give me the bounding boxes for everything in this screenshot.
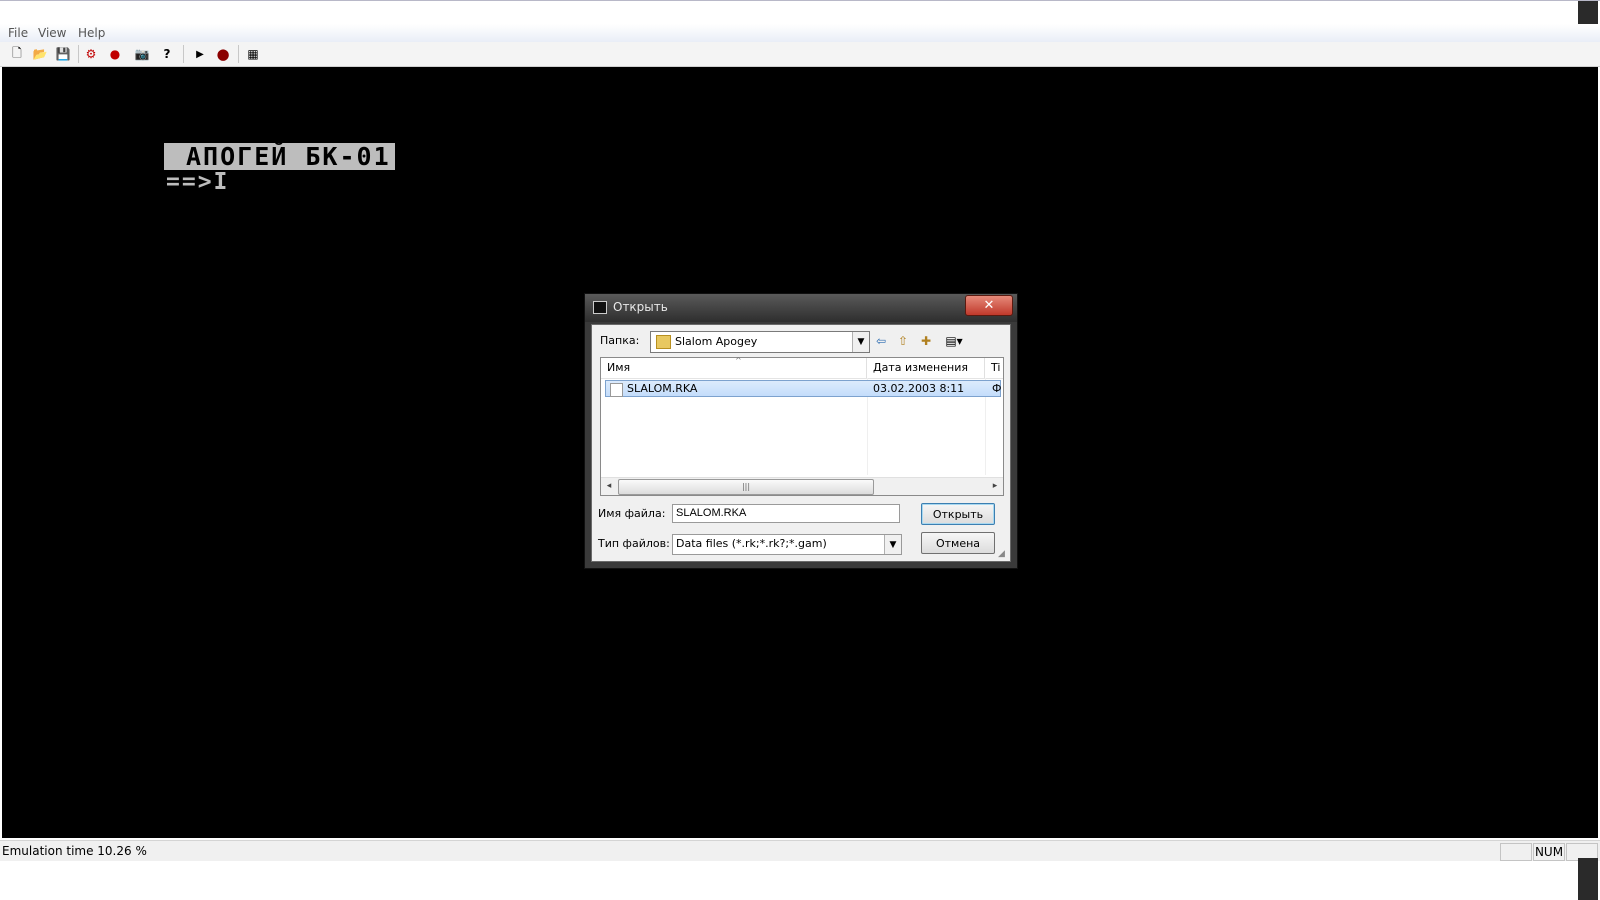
new-file-icon[interactable]: 🗋 bbox=[8, 45, 26, 63]
sort-caret-icon: ^ bbox=[735, 356, 742, 365]
toolbar-separator bbox=[183, 45, 184, 63]
toolbar-separator bbox=[78, 45, 79, 63]
filetype-value: Data files (*.rk;*.rk?;*.gam) bbox=[676, 537, 827, 550]
save-icon[interactable]: 💾 bbox=[54, 45, 72, 63]
menu-view[interactable]: View bbox=[38, 26, 66, 40]
toolbar: 🗋 📂 💾 ⚙ ● 📷 ? ▶ ● ▦ bbox=[0, 42, 1600, 67]
menu-bar: File View Help bbox=[0, 24, 1600, 43]
open-folder-icon[interactable]: 📂 bbox=[31, 45, 49, 63]
horizontal-scrollbar[interactable]: ◂ ||| ▸ bbox=[601, 477, 1003, 495]
scroll-right-icon[interactable]: ▸ bbox=[987, 478, 1003, 495]
cancel-button[interactable]: Отмена bbox=[921, 532, 995, 554]
up-folder-icon[interactable]: ⇧ bbox=[894, 332, 912, 350]
folder-icon bbox=[656, 335, 671, 349]
view-menu-icon[interactable]: ▤▾ bbox=[940, 332, 968, 350]
stop-icon[interactable]: ● bbox=[214, 45, 232, 63]
scroll-thumb[interactable]: ||| bbox=[618, 479, 874, 495]
filetype-label: Тип файлов: bbox=[598, 537, 670, 550]
file-name: SLALOM.RKA bbox=[627, 382, 698, 395]
filetype-select[interactable]: Data files (*.rk;*.rk?;*.gam) ▼ bbox=[672, 534, 902, 555]
open-file-dialog: Открыть ✕ Папка: Slalom Apogey ▼ ⇦ ⇧ ✚ ▤… bbox=[584, 293, 1018, 569]
record-icon[interactable]: ● bbox=[106, 45, 124, 63]
menu-help[interactable]: Help bbox=[78, 26, 105, 40]
column-name[interactable]: Имя bbox=[601, 358, 867, 378]
folder-value: Slalom Apogey bbox=[675, 335, 758, 348]
screen-banner: АПОГЕЙ БК-01 bbox=[164, 143, 395, 170]
chevron-down-icon[interactable]: ▼ bbox=[884, 535, 901, 554]
file-list[interactable]: Имя ^ Дата изменения Ti SLALOM.RKA 03.02… bbox=[600, 356, 1004, 496]
dialog-body: Папка: Slalom Apogey ▼ ⇦ ⇧ ✚ ▤▾ Имя ^ Да… bbox=[591, 324, 1011, 562]
help-icon[interactable]: ? bbox=[158, 45, 176, 63]
screenshot-icon[interactable]: 📷 bbox=[133, 45, 151, 63]
file-date: 03.02.2003 8:11 bbox=[873, 382, 965, 395]
emulation-time: Emulation time 10.26 % bbox=[2, 844, 147, 858]
window-control[interactable] bbox=[1578, 858, 1598, 900]
scroll-left-icon[interactable]: ◂ bbox=[601, 478, 617, 495]
keyboard-icon[interactable]: ▦ bbox=[244, 45, 262, 63]
menu-file[interactable]: File bbox=[8, 26, 28, 40]
close-button[interactable]: ✕ bbox=[965, 295, 1013, 316]
column-date[interactable]: Дата изменения bbox=[867, 358, 985, 378]
column-type[interactable]: Ti bbox=[985, 358, 1003, 378]
dialog-title: Открыть bbox=[613, 300, 668, 314]
filename-label: Имя файла: bbox=[598, 507, 666, 520]
filename-input[interactable] bbox=[672, 504, 900, 523]
chevron-down-icon[interactable]: ▼ bbox=[852, 332, 869, 352]
status-panel-empty bbox=[1500, 843, 1532, 861]
folder-select[interactable]: Slalom Apogey ▼ bbox=[650, 331, 870, 353]
file-type: Ф bbox=[992, 382, 1002, 395]
dialog-caption: Открыть ✕ bbox=[585, 294, 1017, 322]
screen-prompt: ==>I bbox=[166, 169, 230, 195]
open-button[interactable]: Открыть bbox=[921, 503, 995, 525]
settings-icon[interactable]: ⚙ bbox=[82, 45, 100, 63]
file-list-header: Имя ^ Дата изменения Ti bbox=[601, 356, 1003, 379]
back-icon[interactable]: ⇦ bbox=[872, 332, 890, 350]
file-icon bbox=[610, 383, 623, 397]
window-icon bbox=[593, 301, 607, 314]
status-bar: Emulation time 10.26 % NUM bbox=[0, 840, 1600, 861]
toolbar-separator bbox=[238, 45, 239, 63]
resize-grip-icon[interactable]: ◢ bbox=[998, 549, 1008, 559]
play-icon[interactable]: ▶ bbox=[191, 45, 209, 63]
num-lock-indicator: NUM bbox=[1533, 843, 1565, 861]
window-control[interactable] bbox=[1578, 1, 1598, 25]
new-folder-icon[interactable]: ✚ bbox=[917, 332, 935, 350]
file-row[interactable]: SLALOM.RKA 03.02.2003 8:11 Ф bbox=[605, 380, 1001, 397]
window-titlebar bbox=[0, 0, 1600, 27]
folder-label: Папка: bbox=[600, 334, 640, 347]
